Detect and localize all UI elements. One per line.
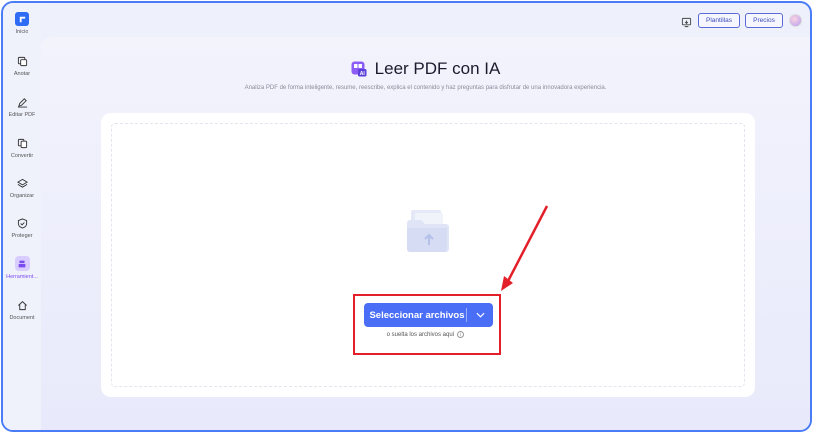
page-subtitle: Analiza PDF de forma inteligente, resume… [244,85,607,91]
display-icon[interactable] [681,15,692,28]
convert-icon [15,136,29,150]
annotation-arrow-icon [501,205,549,291]
main-content: AI Leer PDF con IA Analiza PDF de forma … [41,37,810,430]
shield-icon [15,216,29,230]
sidebar: Inicio Anotar Editar PDF Convertir Organ [3,3,41,430]
avatar[interactable] [789,14,802,27]
page-header: AI Leer PDF con IA [41,59,810,79]
ai-pdf-icon: AI [351,61,367,77]
sidebar-item-convertir[interactable]: Convertir [3,136,41,159]
sidebar-item-document[interactable]: Document [3,298,41,321]
page-title: Leer PDF con IA [374,59,501,78]
sidebar-item-anotar[interactable]: Anotar [3,54,41,77]
sidebar-item-inicio[interactable]: Inicio [3,12,41,35]
pricing-button[interactable]: Precios [745,13,783,28]
sidebar-item-label: Editar PDF [8,112,36,118]
sidebar-item-label: Convertir [10,153,34,159]
annotation-highlight-box [353,294,501,355]
sidebar-item-label: Herramient... [6,274,38,280]
sidebar-item-herramientas[interactable]: Herramient... [3,256,41,280]
sidebar-item-label: Document [9,315,35,321]
sidebar-item-label: Organizar [9,193,35,199]
sidebar-item-label: Proteger [11,233,33,239]
sidebar-item-organizar[interactable]: Organizar [3,176,41,199]
templates-button[interactable]: Plantillas [698,13,740,28]
home-icon [15,298,29,312]
sidebar-item-editar-pdf[interactable]: Editar PDF [3,95,41,118]
layers-icon [15,176,29,190]
app-logo-icon [15,12,29,26]
annotate-icon [15,54,29,68]
sidebar-item-proteger[interactable]: Proteger [3,216,41,239]
edit-pen-icon [15,95,29,109]
tools-icon [14,256,30,271]
top-bar: Plantillas Precios [41,3,810,37]
app-window: Inicio Anotar Editar PDF Convertir Organ [1,1,812,432]
folder-upload-icon [405,209,453,255]
sidebar-item-label: Anotar [13,71,31,77]
svg-text:AI: AI [359,71,365,77]
sidebar-item-label: Inicio [15,29,29,35]
